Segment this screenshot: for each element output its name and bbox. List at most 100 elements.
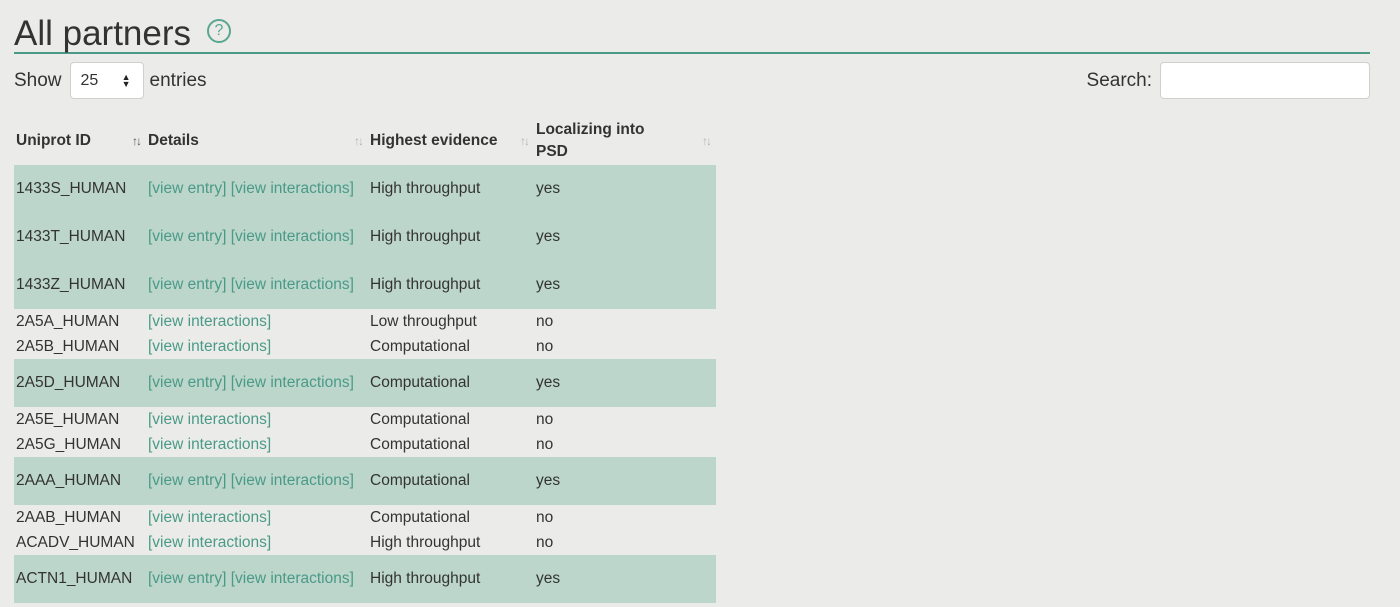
uniprot-id-cell: 2AAB_HUMAN (16, 509, 122, 526)
evidence-cell: High throughput (368, 165, 534, 213)
details-cell: [view entry] [view interactions] (146, 165, 368, 213)
view-entry-link[interactable]: [view entry] (148, 228, 226, 245)
column-label: Localizing into PSD (536, 120, 645, 160)
details-cell: [view entry] [view interactions] (146, 261, 368, 309)
view-interactions-link[interactable]: [view interactions] (231, 570, 354, 587)
table-row: 2A5E_HUMAN [view interactions] Computation… (14, 407, 716, 432)
details-cell: [view interactions] (146, 334, 368, 359)
details-cell: [view interactions] (146, 505, 368, 530)
psd-cell: no (536, 436, 554, 453)
psd-cell: yes (534, 555, 716, 603)
uniprot-id-cell: ACTN1_HUMAN (14, 555, 146, 603)
sort-icon[interactable]: ↑↓ (702, 130, 712, 152)
evidence-cell: Computational (370, 338, 470, 355)
uniprot-id-cell: 2A5G_HUMAN (16, 436, 122, 453)
page-length-select[interactable]: 25 ▲ ▼ (69, 62, 144, 99)
search-input[interactable] (1160, 62, 1370, 99)
page: All partners ? Show 25 ▲ ▼ entries Search… (0, 0, 1400, 607)
details-cell: [view interactions] (146, 309, 368, 334)
psd-cell: no (536, 411, 554, 428)
view-entry-link[interactable]: [view entry] (148, 180, 226, 197)
evidence-cell: Computational (370, 509, 470, 526)
details-cell: [view entry] [view interactions] (146, 359, 368, 407)
psd-cell: yes (534, 165, 716, 213)
details-cell: [view entry] [view interactions] (146, 213, 368, 261)
table-row: 2A5G_HUMAN [view interactions] Computation… (14, 432, 716, 457)
details-cell: [view entry] [view interactions] (146, 457, 368, 505)
table-row: 1433S_HUMAN [view entry] [view interactio… (14, 165, 716, 213)
evidence-cell: High throughput (368, 555, 534, 603)
title-row: All partners ? (14, 10, 1370, 54)
view-interactions-link[interactable]: [view interactions] (148, 436, 271, 453)
view-interactions-link[interactable]: [view interactions] (148, 338, 271, 355)
page-length-value: 25 (80, 71, 99, 89)
table-row: 2A5B_HUMAN [view interactions] Computation… (14, 334, 716, 359)
view-interactions-link[interactable]: [view interactions] (231, 180, 354, 197)
entries-label: entries (149, 69, 207, 91)
uniprot-id-cell: 1433S_HUMAN (14, 165, 146, 213)
question-circle-icon[interactable]: ? (207, 19, 231, 43)
column-label: Highest evidence (370, 131, 498, 149)
table-header-row: Uniprot ID ↑↓ Details ↑↓ Highest evidence ↑… (14, 116, 716, 165)
psd-cell: no (536, 313, 554, 330)
evidence-cell: Computational (370, 411, 470, 428)
details-cell: [view interactions] (146, 407, 368, 432)
sort-icon[interactable]: ↑↓ (520, 130, 530, 152)
uniprot-id-cell: 2A5D_HUMAN (14, 359, 146, 407)
column-header-uniprot-id[interactable]: Uniprot ID ↑↓ (14, 116, 146, 165)
uniprot-id-cell: 1433T_HUMAN (14, 213, 146, 261)
psd-cell: yes (534, 359, 716, 407)
search-label: Search: (1086, 69, 1152, 91)
view-interactions-link[interactable]: [view interactions] (148, 411, 271, 428)
column-header-localizing-psd[interactable]: Localizing into PSD ↑↓ (534, 116, 716, 165)
view-entry-link[interactable]: [view entry] (148, 374, 226, 391)
psd-cell: yes (534, 213, 716, 261)
uniprot-id-cell: 1433Z_HUMAN (14, 261, 146, 309)
page-length-control: Show 25 ▲ ▼ entries (14, 62, 207, 99)
view-entry-link[interactable]: [view entry] (148, 570, 226, 587)
column-header-details[interactable]: Details ↑↓ (146, 116, 368, 165)
table-row: 2AAA_HUMAN [view entry] [view interaction… (14, 457, 716, 505)
table-row: ACTN1_HUMAN [view entry] [view interactio… (14, 555, 716, 603)
page-title: All partners (14, 14, 192, 53)
details-cell: [view interactions] (146, 530, 368, 555)
details-cell: [view entry] [view interactions] (146, 555, 368, 603)
evidence-cell: High throughput (368, 261, 534, 309)
psd-cell: no (536, 509, 554, 526)
details-cell: [view interactions] (146, 432, 368, 457)
uniprot-id-cell: ACADV_HUMAN (16, 534, 135, 551)
table-row: 2A5D_HUMAN [view entry] [view interaction… (14, 359, 716, 407)
search-control: Search: (1087, 62, 1370, 99)
view-interactions-link[interactable]: [view interactions] (148, 509, 271, 526)
view-interactions-link[interactable]: [view interactions] (231, 228, 354, 245)
column-header-highest-evidence[interactable]: Highest evidence ↑↓ (368, 116, 534, 165)
evidence-cell: Computational (370, 436, 470, 453)
view-interactions-link[interactable]: [view interactions] (231, 374, 354, 391)
table-body: 1433S_HUMAN [view entry] [view interactio… (14, 165, 716, 603)
view-interactions-link[interactable]: [view interactions] (231, 472, 354, 489)
view-interactions-link[interactable]: [view interactions] (148, 313, 271, 330)
view-entry-link[interactable]: [view entry] (148, 472, 226, 489)
psd-cell: yes (534, 261, 716, 309)
view-interactions-link[interactable]: [view interactions] (148, 534, 271, 551)
evidence-cell: High throughput (368, 213, 534, 261)
table-row: 1433T_HUMAN [view entry] [view interactio… (14, 213, 716, 261)
table-row: ACADV_HUMAN [view interactions] High throu… (14, 530, 716, 555)
select-arrows-icon: ▲ ▼ (121, 71, 131, 89)
uniprot-id-cell: 2A5E_HUMAN (16, 411, 120, 428)
show-label: Show (14, 69, 62, 91)
uniprot-id-cell: 2A5B_HUMAN (16, 338, 120, 355)
psd-cell: no (536, 534, 554, 551)
evidence-cell: High throughput (370, 534, 481, 551)
psd-cell: no (536, 338, 554, 355)
table-row: 2AAB_HUMAN [view interactions] Computation… (14, 505, 716, 530)
sort-icon[interactable]: ↑↓ (354, 130, 364, 152)
uniprot-id-cell: 2A5A_HUMAN (16, 313, 120, 330)
table-row: 1433Z_HUMAN [view entry] [view interactio… (14, 261, 716, 309)
view-interactions-link[interactable]: [view interactions] (231, 276, 354, 293)
column-label: Details (148, 131, 199, 149)
psd-cell: yes (534, 457, 716, 505)
sort-asc-icon[interactable]: ↑↓ (132, 130, 142, 152)
evidence-cell: Computational (368, 457, 534, 505)
view-entry-link[interactable]: [view entry] (148, 276, 226, 293)
